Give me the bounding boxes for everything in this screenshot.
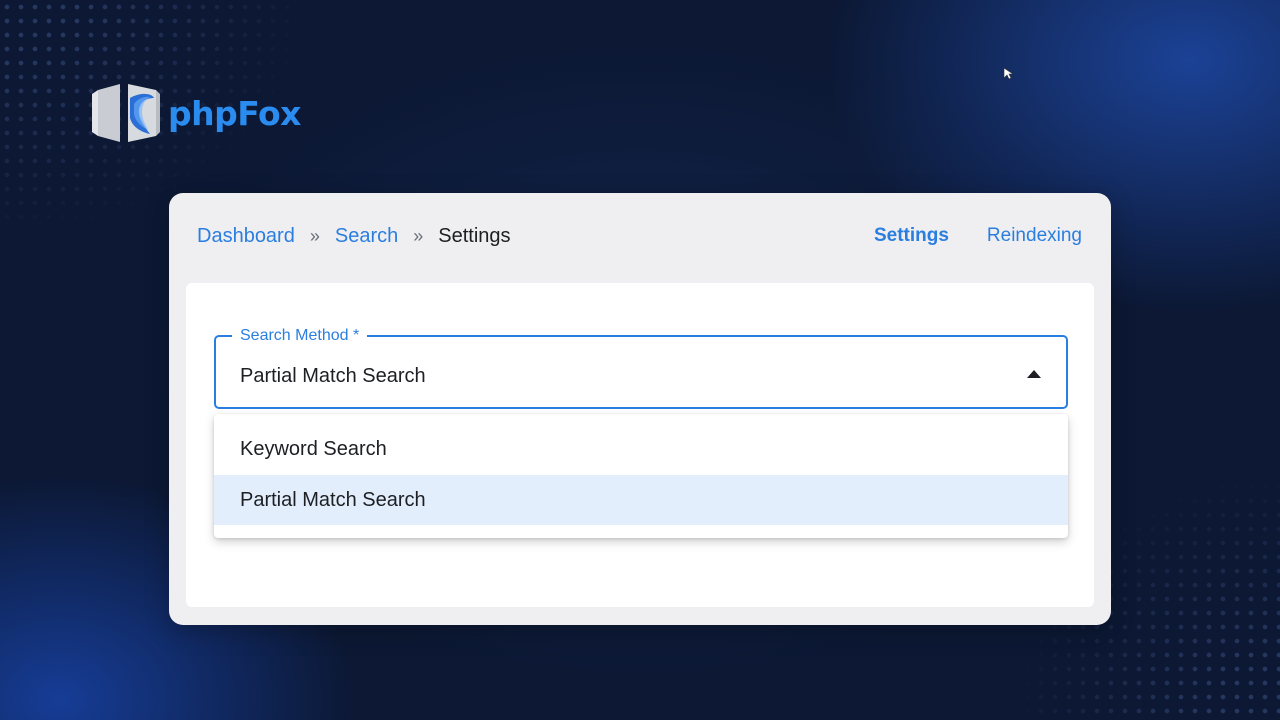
mouse-cursor-icon [1004, 68, 1014, 80]
search-method-value: Partial Match Search [240, 365, 426, 387]
search-method-label: Search Method * [232, 326, 368, 346]
breadcrumb-separator: » [413, 225, 424, 246]
phpfox-logo-icon [92, 84, 160, 142]
brand-name: phpFox [168, 93, 301, 133]
brand-logo: phpFox [90, 84, 301, 142]
breadcrumb-dashboard-link[interactable]: Dashboard [197, 225, 295, 248]
search-method-dropdown-menu: Keyword Search Partial Match Search [214, 414, 1068, 538]
search-settings-card: Dashboard » Search » Settings Settings R… [169, 193, 1111, 625]
breadcrumb: Dashboard » Search » Settings [197, 225, 511, 248]
settings-panel: Search Method * Partial Match Search Key… [186, 283, 1094, 607]
tab-reindexing[interactable]: Reindexing [987, 225, 1082, 247]
search-method-select[interactable]: Search Method * Partial Match Search [214, 326, 1068, 409]
option-partial-match-search[interactable]: Partial Match Search [214, 475, 1068, 525]
breadcrumb-current: Settings [438, 224, 511, 247]
tab-bar: Settings Reindexing [874, 225, 1082, 247]
option-keyword-search[interactable]: Keyword Search [214, 424, 1068, 474]
breadcrumb-separator: » [309, 225, 320, 246]
caret-up-icon[interactable] [1027, 370, 1041, 378]
breadcrumb-search-link[interactable]: Search [335, 225, 398, 248]
card-header: Dashboard » Search » Settings Settings R… [197, 221, 1082, 251]
tab-settings[interactable]: Settings [874, 225, 949, 247]
